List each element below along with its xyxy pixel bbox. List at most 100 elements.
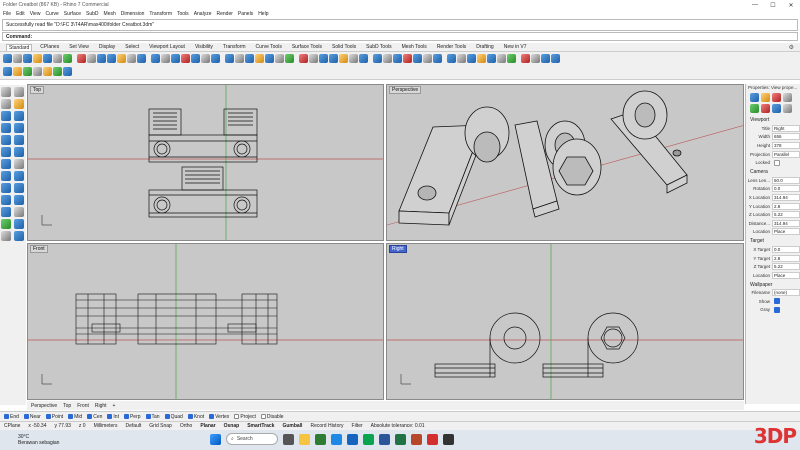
gumball-toggle[interactable]: Gumball <box>278 423 306 429</box>
tool-icon[interactable] <box>14 183 24 193</box>
toolbar-button-icon[interactable] <box>551 53 560 63</box>
toolbar-button-icon[interactable] <box>87 53 96 63</box>
file-explorer-icon[interactable] <box>299 433 310 445</box>
toolbar-button-icon[interactable] <box>13 67 22 76</box>
toolbar-button-icon[interactable] <box>43 53 52 63</box>
viewport-value[interactable]: 378 <box>772 141 800 149</box>
osnap-checkbox[interactable] <box>187 414 193 419</box>
tool-icon[interactable] <box>1 111 11 121</box>
viewport-tab-perspective[interactable]: Perspective <box>31 403 57 409</box>
toolbar-button-icon[interactable] <box>161 53 170 63</box>
toolbar-button-icon[interactable] <box>33 67 42 76</box>
tool-icon[interactable] <box>1 87 11 97</box>
toolbar-button-icon[interactable] <box>329 53 338 63</box>
toolbar-button-icon[interactable] <box>507 53 516 63</box>
osnap-point[interactable]: Point <box>45 414 63 420</box>
toolbar-button-icon[interactable] <box>171 53 180 63</box>
tool-icon[interactable] <box>14 123 24 133</box>
tab-drafting[interactable]: Drafting <box>474 44 496 50</box>
layer-icon[interactable] <box>783 93 792 102</box>
camera-value[interactable]: Place <box>772 228 800 236</box>
viewport-tab-right[interactable]: Right <box>95 403 107 409</box>
toolbar-button-icon[interactable] <box>3 67 12 76</box>
weather-widget[interactable]: 30°C Berawan sebagian <box>0 434 59 446</box>
tool-icon[interactable] <box>1 207 11 217</box>
record-history-toggle[interactable]: Record History <box>306 423 347 429</box>
command-input[interactable]: Command: <box>2 32 798 41</box>
menu-item-curve[interactable]: Curve <box>45 11 58 17</box>
smarttrack-toggle[interactable]: SmartTrack <box>243 423 278 429</box>
toolbar-button-icon[interactable] <box>13 53 22 63</box>
taskbar-search[interactable]: ⌕ Search <box>226 433 278 445</box>
camera-value[interactable]: 314.94 <box>772 193 800 201</box>
tool-icon[interactable] <box>1 183 11 193</box>
menu-item-help[interactable]: Help <box>258 11 268 17</box>
camera-value[interactable]: 2.8 <box>772 202 800 210</box>
osnap-tan[interactable]: Tan <box>145 414 160 420</box>
toolbar-button-icon[interactable] <box>413 53 422 63</box>
light-icon[interactable] <box>772 93 781 102</box>
viewport-tab-add[interactable]: + <box>113 403 116 409</box>
osnap-checkbox[interactable] <box>260 414 266 419</box>
toolbar-button-icon[interactable] <box>423 53 432 63</box>
tool-icon[interactable] <box>1 99 11 109</box>
tab-render-tools[interactable]: Render Tools <box>435 44 468 50</box>
chat-icon[interactable] <box>363 433 374 445</box>
app-icon[interactable] <box>315 433 326 445</box>
menu-item-dimension[interactable]: Dimension <box>121 11 145 17</box>
menu-item-surface[interactable]: Surface <box>64 11 81 17</box>
osnap-near[interactable]: Near <box>23 414 41 420</box>
target-value[interactable]: 0.0 <box>772 245 800 253</box>
menu-item-edit[interactable]: Edit <box>16 11 25 17</box>
ortho-toggle[interactable]: Ortho <box>176 423 197 429</box>
toolbar-button-icon[interactable] <box>339 53 348 63</box>
toolbar-button-icon[interactable] <box>541 53 550 63</box>
viewport-front-label[interactable]: Front <box>30 245 48 253</box>
toolbar-button-icon[interactable] <box>383 53 392 63</box>
gray-checkbox[interactable] <box>774 306 780 313</box>
toolbar-button-icon[interactable] <box>235 53 244 63</box>
viewport-perspective-label[interactable]: Perspective <box>389 86 422 94</box>
toolbar-button-icon[interactable] <box>107 53 116 63</box>
toolbar-button-icon[interactable] <box>211 53 220 63</box>
minimize-button[interactable]: — <box>746 0 764 10</box>
toolbar-button-icon[interactable] <box>63 53 72 63</box>
toolbar-button-icon[interactable] <box>181 53 190 63</box>
viewport-front[interactable]: Front <box>27 243 384 400</box>
toolbar-button-icon[interactable] <box>433 53 442 63</box>
edge-icon[interactable] <box>331 433 342 445</box>
osnap-perp[interactable]: Perp <box>123 414 141 420</box>
camera-value[interactable]: 0.0 <box>772 185 800 193</box>
powerpoint-icon[interactable] <box>411 433 422 445</box>
toolbar-button-icon[interactable] <box>23 67 32 76</box>
osnap-vertex[interactable]: Vertex <box>209 414 229 420</box>
tool-icon[interactable] <box>14 231 24 241</box>
target-value[interactable]: 5.22 <box>772 263 800 271</box>
material-icon[interactable] <box>750 104 759 113</box>
toolbar-button-icon[interactable] <box>521 53 530 63</box>
tool-icon[interactable] <box>1 123 11 133</box>
toolbar-button-icon[interactable] <box>275 53 284 63</box>
tool-icon[interactable] <box>1 159 11 169</box>
menu-item-subd[interactable]: SubD <box>86 11 99 17</box>
camera-value[interactable]: 50.0 <box>772 176 800 184</box>
viewport-props-icon[interactable] <box>750 93 759 102</box>
toolbar-button-icon[interactable] <box>77 53 86 63</box>
viewport-top[interactable]: Top <box>27 84 384 241</box>
menu-item-panels[interactable]: Panels <box>238 11 253 17</box>
pdf-icon[interactable] <box>427 433 438 445</box>
tab-visibility[interactable]: Visibility <box>193 44 215 50</box>
toolbar-button-icon[interactable] <box>457 53 466 63</box>
toolbar-button-icon[interactable] <box>393 53 402 63</box>
osnap-mid[interactable]: Mid <box>68 414 82 420</box>
osnap-project[interactable]: Project <box>234 414 256 420</box>
osnap-checkbox[interactable] <box>234 414 240 419</box>
tool-icon[interactable] <box>1 147 11 157</box>
target-value[interactable]: 2.8 <box>772 254 800 262</box>
store-icon[interactable] <box>347 433 358 445</box>
tab-curve-tools[interactable]: Curve Tools <box>254 44 284 50</box>
target-value[interactable]: Place <box>772 271 800 279</box>
menu-item-tools[interactable]: Tools <box>177 11 189 17</box>
osnap-checkbox[interactable] <box>23 414 29 419</box>
osnap-checkbox[interactable] <box>68 414 74 419</box>
